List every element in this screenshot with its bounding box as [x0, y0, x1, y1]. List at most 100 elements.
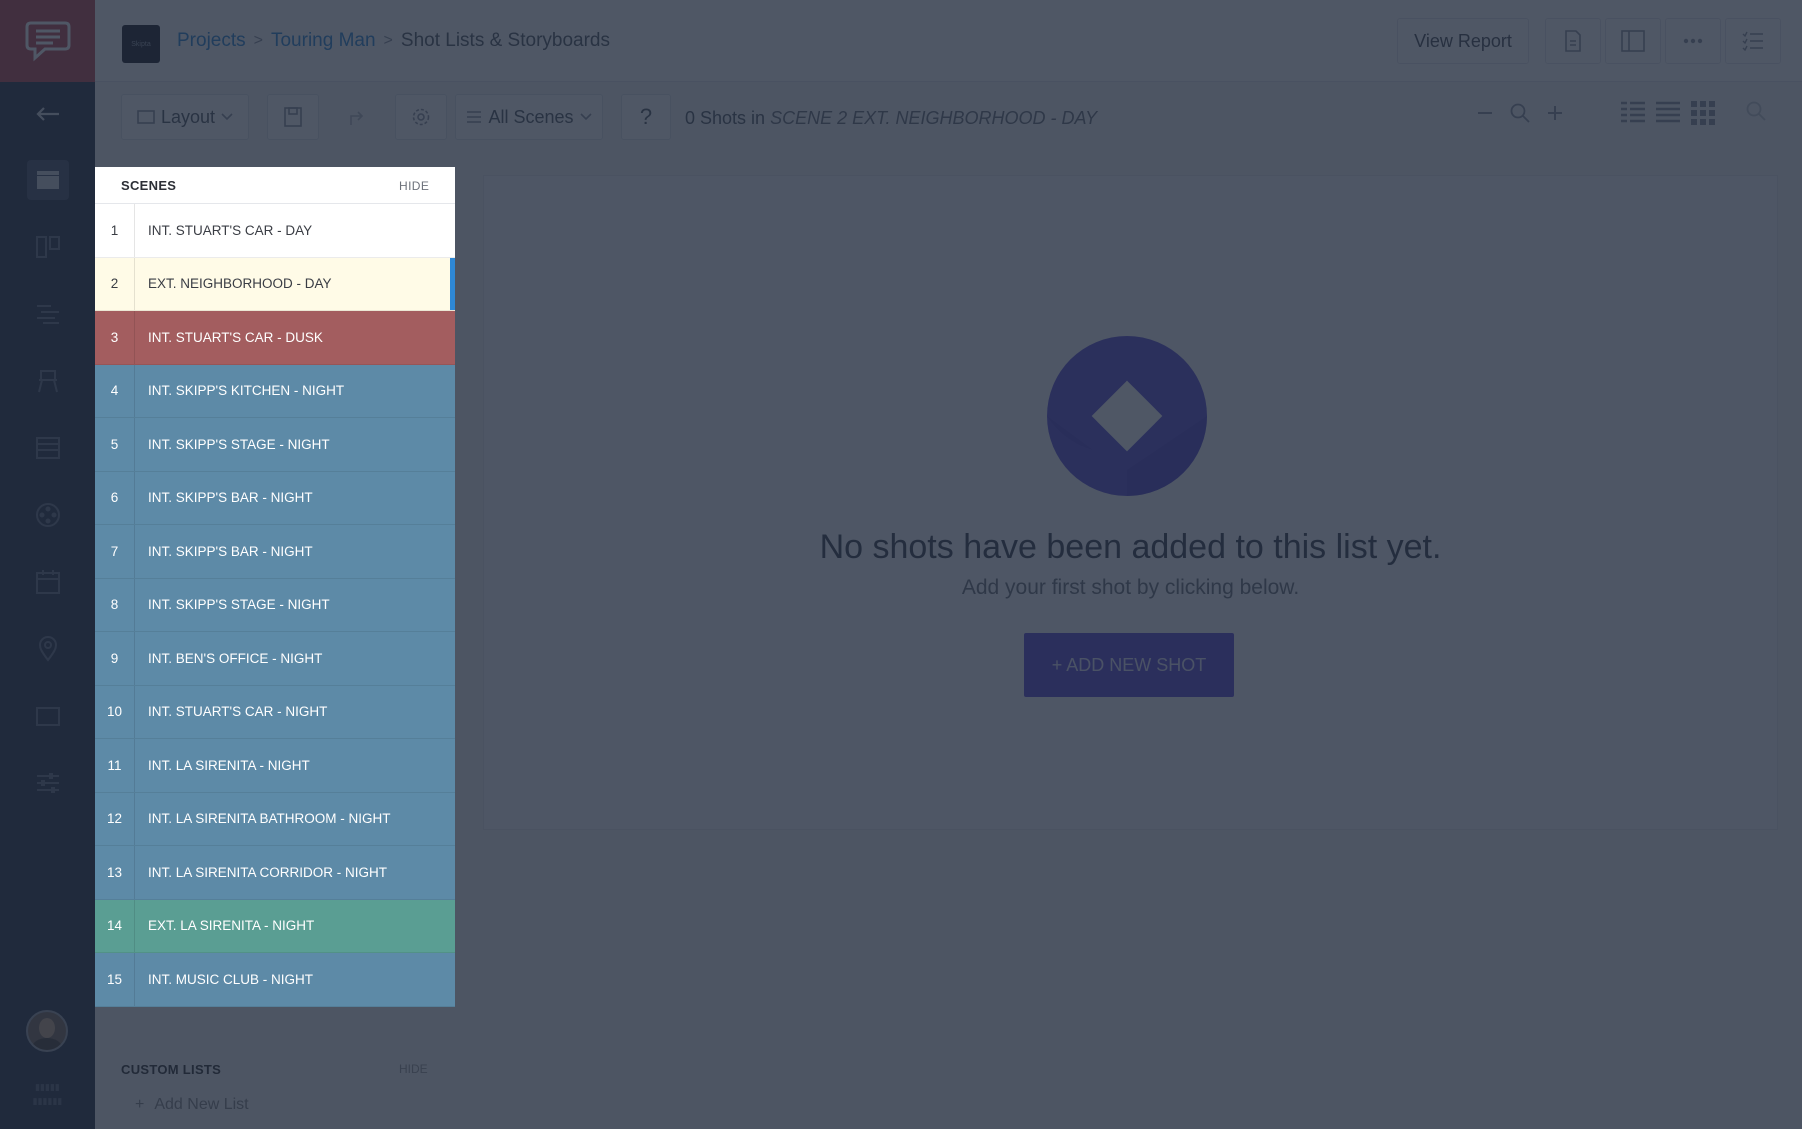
table-icon: [35, 436, 60, 459]
rail-item-list[interactable]: [0, 414, 95, 481]
scene-label: INT. BEN'S OFFICE - NIGHT: [148, 650, 323, 666]
scene-label: INT. LA SIRENITA BATHROOM - NIGHT: [148, 811, 391, 827]
grid-icon: [1691, 101, 1715, 125]
back-button[interactable]: [0, 82, 95, 146]
selected-indicator: [450, 257, 455, 310]
share-icon: [350, 111, 364, 125]
breadcrumb-project[interactable]: Touring Man: [271, 30, 376, 52]
view-grid-button[interactable]: [1690, 100, 1716, 126]
shots-scene-name: SCENE 2 EXT. NEIGHBORHOOD - DAY: [770, 108, 1098, 128]
scene-row[interactable]: 12 INT. LA SIRENITA BATHROOM - NIGHT: [95, 792, 455, 846]
scene-row[interactable]: 13 INT. LA SIRENITA CORRIDOR - NIGHT: [95, 846, 455, 900]
scene-number: 12: [95, 792, 135, 845]
scene-row[interactable]: 14 EXT. LA SIRENITA - NIGHT: [95, 899, 455, 953]
film-reel-icon: [35, 502, 60, 527]
sidebar-panel-icon: [1621, 30, 1645, 52]
scene-label: INT. LA SIRENITA CORRIDOR - NIGHT: [148, 864, 388, 880]
scene-row[interactable]: 1 INT. STUART'S CAR - DAY: [95, 204, 455, 258]
app-logo[interactable]: [0, 0, 95, 82]
scene-row[interactable]: 10 INT. STUART'S CAR - NIGHT: [95, 685, 455, 739]
view-list-button[interactable]: [1655, 100, 1681, 126]
rail-footer-mark: ▮▮▮▮▮ ▮▮▮▮▮▮: [32, 1082, 63, 1106]
scenes-hide-button[interactable]: HIDE: [399, 179, 429, 193]
layout-label: Layout: [160, 106, 216, 127]
add-new-shot-button[interactable]: + ADD NEW SHOT: [1024, 633, 1234, 697]
rail-item-settings[interactable]: [0, 749, 95, 816]
scene-label: INT. SKIPP'S STAGE - NIGHT: [148, 436, 330, 452]
list-icon: [467, 111, 482, 123]
save-shotlist-button[interactable]: [267, 94, 319, 140]
shots-count-prefix: 0 Shots in: [685, 108, 766, 128]
checklist-button[interactable]: [1725, 18, 1781, 64]
layout-dropdown[interactable]: Layout: [121, 94, 249, 140]
chevron-right-icon: >: [383, 32, 393, 49]
search-button[interactable]: [1745, 100, 1767, 122]
scene-number: 5: [95, 418, 135, 471]
scene-number: 7: [95, 525, 135, 578]
scene-number: 6: [95, 471, 135, 524]
add-new-list-button[interactable]: + Add New List: [135, 1096, 249, 1114]
more-options-button[interactable]: [1665, 18, 1721, 64]
chevron-down-icon: [221, 113, 233, 121]
breadcrumb-current: Shot Lists & Storyboards: [400, 30, 610, 51]
scene-row[interactable]: 8 INT. SKIPP'S STAGE - NIGHT: [95, 578, 455, 632]
toolbar: Layout All Scenes ? 0 Shots in SCENE 2 E: [95, 82, 1802, 150]
magnifier-icon[interactable]: [1509, 102, 1531, 124]
ellipsis-icon: [1683, 38, 1703, 44]
scene-row[interactable]: 2 EXT. NEIGHBORHOOD - DAY: [95, 257, 455, 311]
gear-icon: [412, 108, 430, 126]
scene-row[interactable]: 7 INT. SKIPP'S BAR - NIGHT: [95, 525, 455, 579]
chevron-down-icon: [579, 113, 592, 121]
scenes-filter-dropdown[interactable]: All Scenes: [455, 94, 603, 140]
scene-row[interactable]: 9 INT. BEN'S OFFICE - NIGHT: [95, 632, 455, 686]
help-button[interactable]: ?: [621, 94, 671, 140]
view-list-detail-button[interactable]: [1620, 100, 1646, 126]
scene-number: 3: [95, 311, 135, 364]
rail-item-calendar[interactable]: [0, 548, 95, 615]
rail-item-schedule[interactable]: [0, 280, 95, 347]
scene-label: EXT. NEIGHBORHOOD - DAY: [148, 276, 332, 292]
list-detail-icon: [1621, 101, 1645, 123]
zoom-out-icon[interactable]: [1475, 103, 1495, 123]
scene-row[interactable]: 3 INT. STUART'S CAR - DUSK: [95, 311, 455, 365]
save-icon: [284, 107, 302, 127]
zoom-in-icon[interactable]: [1545, 103, 1565, 123]
scene-row[interactable]: 5 INT. SKIPP'S STAGE - NIGHT: [95, 418, 455, 472]
shots-count: 0 Shots in SCENE 2 EXT. NEIGHBORHOOD - D…: [685, 108, 1097, 129]
toggle-panel-button[interactable]: [1605, 18, 1661, 64]
project-thumbnail[interactable]: Skipta: [122, 25, 160, 63]
scenes-panel-header: SCENES HIDE: [95, 167, 455, 204]
scene-row[interactable]: 11 INT. LA SIRENITA - NIGHT: [95, 739, 455, 793]
list-lines-icon: [1656, 101, 1680, 123]
rail-item-board[interactable]: [0, 213, 95, 280]
scene-row[interactable]: 15 INT. MUSIC CLUB - NIGHT: [95, 953, 455, 1007]
rail-item-cast[interactable]: [0, 347, 95, 414]
rail-item-folder[interactable]: [0, 682, 95, 749]
settings-button[interactable]: [395, 94, 447, 140]
rail-item-shotlist[interactable]: [0, 146, 95, 213]
scene-label: INT. SKIPP'S KITCHEN - NIGHT: [148, 383, 345, 399]
scene-row[interactable]: 4 INT. SKIPP'S KITCHEN - NIGHT: [95, 364, 455, 418]
breadcrumb-projects[interactable]: Projects: [177, 30, 246, 52]
custom-lists-hide-button[interactable]: HIDE: [399, 1062, 428, 1076]
export-pdf-button[interactable]: [1545, 18, 1601, 64]
scene-number: 10: [95, 685, 135, 738]
user-avatar[interactable]: [26, 1010, 68, 1052]
view-report-button[interactable]: View Report: [1397, 18, 1529, 64]
scene-row[interactable]: 6 INT. SKIPP'S BAR - NIGHT: [95, 471, 455, 525]
scene-number: 2: [95, 257, 135, 310]
rail-item-reel[interactable]: [0, 481, 95, 548]
custom-lists-title: CUSTOM LISTS: [121, 1062, 222, 1077]
map-pin-icon: [38, 635, 57, 662]
scene-list: 1 INT. STUART'S CAR - DAY 2 EXT. NEIGHBORHO…: [95, 204, 455, 1007]
project-thumbnail-text: Skipta: [131, 40, 151, 48]
rail-item-locations[interactable]: [0, 615, 95, 682]
search-icon: [1746, 101, 1766, 121]
scene-number: 1: [95, 204, 135, 257]
arrow-left-icon: [35, 107, 59, 121]
document-icon: [1565, 30, 1581, 52]
scene-label: INT. MUSIC CLUB - NIGHT: [148, 971, 314, 987]
share-button[interactable]: [331, 94, 383, 140]
scene-label: INT. SKIPP'S BAR - NIGHT: [148, 543, 313, 559]
zoom-controls: [1475, 102, 1565, 124]
